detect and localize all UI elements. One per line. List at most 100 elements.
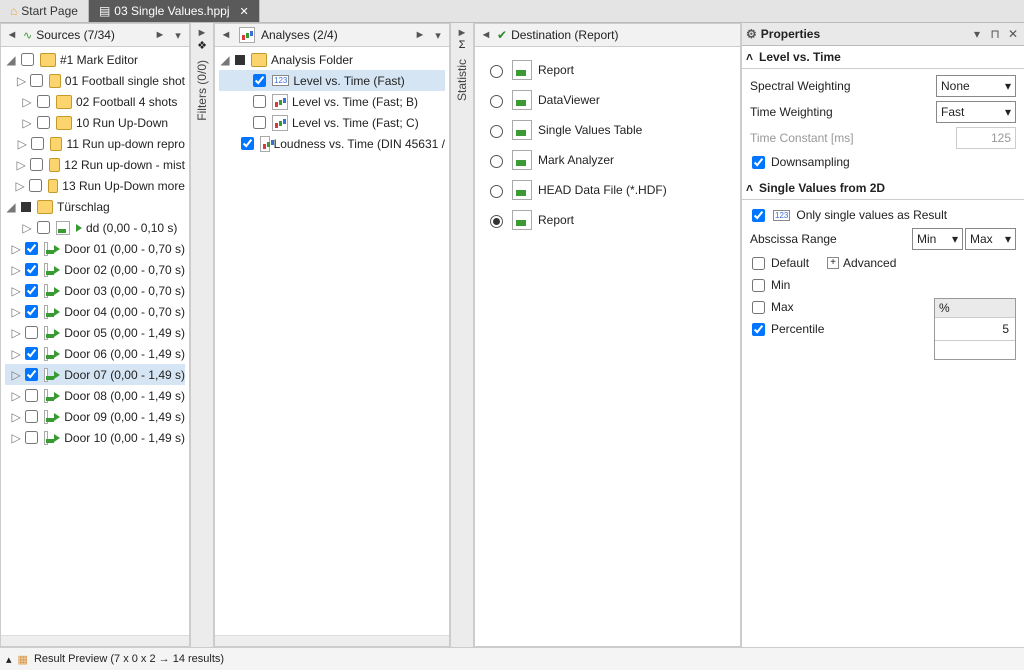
- nav-right-icon[interactable]: ►: [413, 29, 427, 41]
- tree-folder[interactable]: ▷13 Run Up-Down more: [5, 175, 185, 196]
- expand-advanced-icon[interactable]: +: [827, 257, 839, 269]
- dropdown-icon[interactable]: ▾: [171, 29, 185, 42]
- nav-right-icon[interactable]: ►: [153, 29, 167, 41]
- checkbox[interactable]: [25, 263, 38, 276]
- prop-only-single[interactable]: 123 Only single values as Result: [750, 204, 1016, 226]
- radio[interactable]: [490, 155, 503, 168]
- horizontal-scrollbar[interactable]: [1, 635, 189, 646]
- checkbox[interactable]: [37, 95, 50, 108]
- dropdown-icon[interactable]: ▾: [431, 29, 445, 42]
- tree-root[interactable]: ◢ #1 Mark Editor: [5, 49, 185, 70]
- tab-start-page[interactable]: ⌂ Start Page: [0, 0, 89, 22]
- expand-icon[interactable]: ▷: [12, 431, 21, 445]
- checkbox[interactable]: [25, 410, 38, 423]
- checkbox[interactable]: [30, 74, 43, 87]
- radio[interactable]: [490, 65, 503, 78]
- expand-icon[interactable]: ▷: [18, 137, 27, 151]
- analysis-item[interactable]: Loudness vs. Time (DIN 45631 /: [219, 133, 445, 154]
- expand-icon[interactable]: ▷: [17, 74, 26, 88]
- only-single-checkbox[interactable]: [752, 209, 765, 222]
- expand-icon[interactable]: ▷: [21, 116, 33, 130]
- checkbox[interactable]: [25, 389, 38, 402]
- checkbox[interactable]: [31, 137, 44, 150]
- expand-icon[interactable]: ▷: [12, 305, 21, 319]
- radio[interactable]: [490, 185, 503, 198]
- default-checkbox[interactable]: [752, 257, 765, 270]
- analysis-item[interactable]: Level vs. Time (Fast; C): [219, 112, 445, 133]
- destination-option[interactable]: Report: [479, 55, 736, 85]
- analysis-item[interactable]: 123Level vs. Time (Fast): [219, 70, 445, 91]
- checkbox[interactable]: [37, 221, 50, 234]
- analysis-item[interactable]: Level vs. Time (Fast; B): [219, 91, 445, 112]
- checkbox[interactable]: [29, 179, 42, 192]
- tree-item[interactable]: ▷Door 03 (0,00 - 0,70 s): [5, 280, 185, 301]
- tree-folder-tuerschlag[interactable]: ◢ Türschlag: [5, 196, 185, 217]
- destination-option[interactable]: HEAD Data File (*.HDF): [479, 175, 736, 205]
- tree-folder[interactable]: ▷11 Run up-down repro: [5, 133, 185, 154]
- checkbox[interactable]: [253, 74, 266, 87]
- section-level-vs-time[interactable]: ˄ Level vs. Time: [742, 46, 1024, 69]
- filters-strip[interactable]: ► ❖ Filters (0/0): [190, 23, 214, 647]
- checkbox[interactable]: [37, 116, 50, 129]
- pin-icon[interactable]: ⊓: [988, 27, 1002, 41]
- checkbox[interactable]: [25, 347, 38, 360]
- dropdown-icon[interactable]: ▾: [970, 27, 984, 41]
- tree-folder[interactable]: ▷02 Football 4 shots: [5, 91, 185, 112]
- checkbox[interactable]: [21, 53, 34, 66]
- tree-item[interactable]: ▷dd (0,00 - 0,10 s): [5, 217, 185, 238]
- statistic-strip[interactable]: ► Σ Statistic: [450, 23, 474, 647]
- max-checkbox[interactable]: [752, 301, 765, 314]
- nav-left-icon[interactable]: ◄: [479, 29, 493, 41]
- tree-folder[interactable]: ▷12 Run up-down - mist: [5, 154, 185, 175]
- radio[interactable]: [490, 215, 503, 228]
- checkbox[interactable]: [25, 431, 38, 444]
- checkbox[interactable]: [30, 158, 43, 171]
- radio[interactable]: [490, 95, 503, 108]
- collapse-icon[interactable]: ˄: [746, 50, 753, 64]
- prop-min[interactable]: Min: [750, 274, 1016, 296]
- checkbox[interactable]: [25, 242, 38, 255]
- time-weighting-select[interactable]: Fast ▾: [936, 101, 1016, 123]
- collapse-icon[interactable]: ˄: [746, 181, 753, 195]
- destination-option[interactable]: Mark Analyzer: [479, 145, 736, 175]
- abscissa-min-select[interactable]: Min▾: [912, 228, 963, 250]
- expand-icon[interactable]: ▷: [12, 368, 21, 382]
- expand-up-icon[interactable]: ▴: [6, 653, 12, 666]
- expand-icon[interactable]: ▷: [17, 158, 26, 172]
- expand-icon[interactable]: ▷: [21, 221, 33, 235]
- prop-downsampling[interactable]: Downsampling: [750, 151, 1016, 173]
- destination-option[interactable]: DataViewer: [479, 85, 736, 115]
- destination-option[interactable]: Report: [479, 205, 736, 235]
- tree-item[interactable]: ▷Door 10 (0,00 - 1,49 s): [5, 427, 185, 448]
- checkbox[interactable]: [253, 95, 266, 108]
- tree-item[interactable]: ▷Door 07 (0,00 - 1,49 s): [5, 364, 185, 385]
- expand-icon[interactable]: ▷: [12, 347, 21, 361]
- min-checkbox[interactable]: [752, 279, 765, 292]
- nav-left-icon[interactable]: ◄: [5, 29, 19, 41]
- checkbox[interactable]: [253, 116, 266, 129]
- tree-item[interactable]: ▷Door 04 (0,00 - 0,70 s): [5, 301, 185, 322]
- expand-icon[interactable]: ▷: [16, 179, 25, 193]
- close-icon[interactable]: ✕: [1006, 27, 1020, 41]
- tree-item[interactable]: ▷Door 01 (0,00 - 0,70 s): [5, 238, 185, 259]
- tree-item[interactable]: ▷Door 08 (0,00 - 1,49 s): [5, 385, 185, 406]
- collapse-icon[interactable]: ◢: [219, 53, 231, 67]
- destination-option[interactable]: Single Values Table: [479, 115, 736, 145]
- percentile-checkbox[interactable]: [752, 323, 765, 336]
- nav-right-icon[interactable]: ►: [195, 27, 209, 39]
- section-single-values[interactable]: ˄ Single Values from 2D: [742, 177, 1024, 200]
- checkbox[interactable]: [25, 368, 38, 381]
- collapse-icon[interactable]: ◢: [5, 53, 17, 67]
- checkbox[interactable]: [241, 137, 254, 150]
- expand-icon[interactable]: ▷: [12, 389, 21, 403]
- nav-left-icon[interactable]: ◄: [219, 29, 233, 41]
- downsampling-checkbox[interactable]: [752, 156, 765, 169]
- nav-right-icon[interactable]: ►: [455, 27, 469, 39]
- tree-item[interactable]: ▷Door 06 (0,00 - 1,49 s): [5, 343, 185, 364]
- mark-icon[interactable]: [235, 55, 245, 65]
- expand-icon[interactable]: ▷: [12, 326, 21, 340]
- tree-item[interactable]: ▷Door 09 (0,00 - 1,49 s): [5, 406, 185, 427]
- result-preview-bar[interactable]: ▴ ▦ Result Preview (7 x 0 x 2 → 14 resul…: [0, 647, 1024, 670]
- checkbox[interactable]: [25, 326, 38, 339]
- checkbox[interactable]: [25, 284, 38, 297]
